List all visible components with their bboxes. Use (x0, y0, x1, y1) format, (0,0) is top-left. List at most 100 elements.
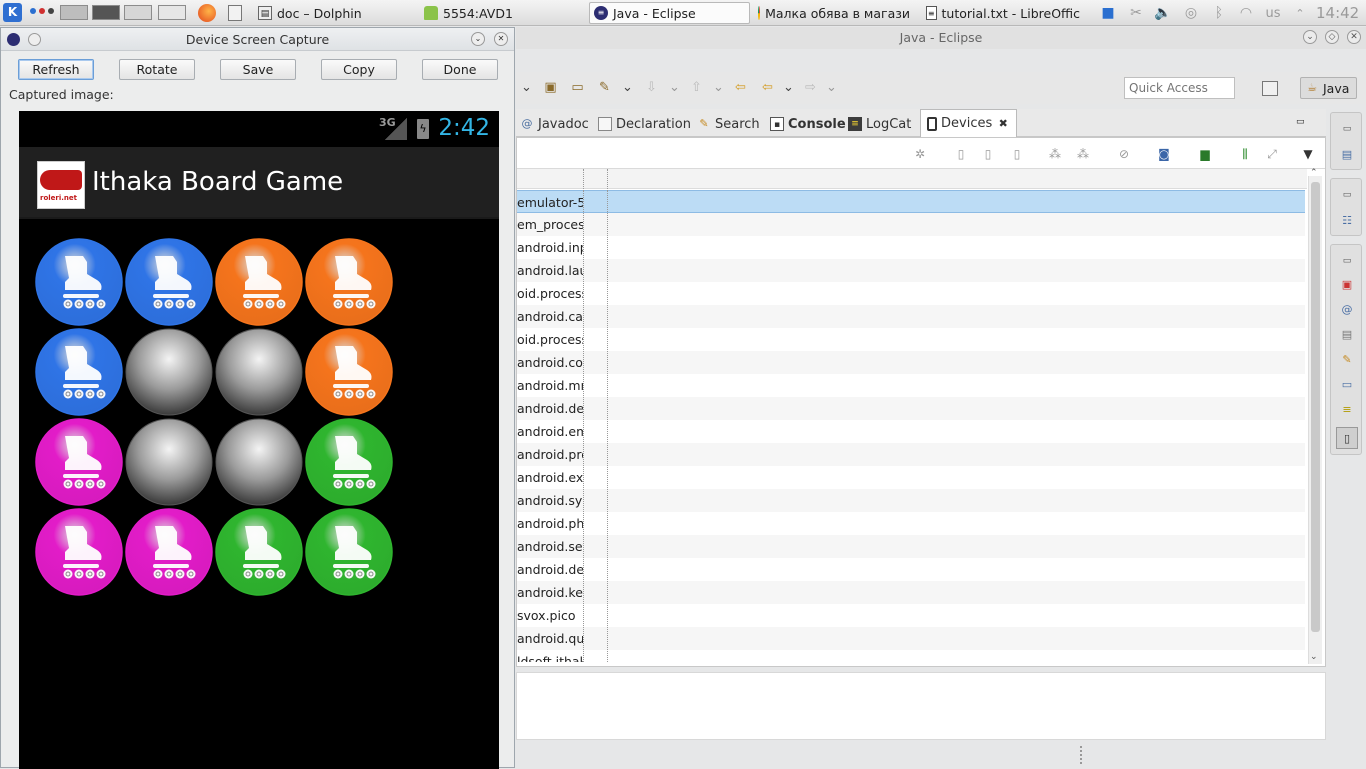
dump-hprof-icon[interactable]: ▯ (980, 146, 996, 162)
table-row[interactable]: android.pro (517, 443, 1305, 466)
column-divider[interactable] (583, 169, 584, 189)
table-row[interactable]: android.lau (517, 259, 1305, 282)
table-row[interactable]: android.inp (517, 236, 1305, 259)
update-threads-icon[interactable]: ⁂ (1047, 146, 1063, 162)
devices-icon[interactable]: ▯ (1336, 427, 1358, 449)
volume-icon[interactable]: 🔈 (1153, 3, 1173, 23)
clock[interactable]: 14:42 (1316, 4, 1359, 22)
javadoc-icon[interactable]: @ (1339, 302, 1355, 318)
table-row[interactable]: android.mn (517, 374, 1305, 397)
ball-green[interactable] (305, 418, 393, 506)
ball-grey[interactable] (125, 418, 213, 506)
java-perspective-button[interactable]: ☕ Java (1300, 77, 1357, 99)
debug-process-icon[interactable]: ✲ (912, 146, 928, 162)
table-row[interactable]: ldsoft.ithaka (517, 650, 1305, 662)
table-row[interactable]: android.em (517, 420, 1305, 443)
wifi-icon[interactable]: ◠ (1236, 3, 1256, 23)
ball-blue[interactable] (35, 238, 123, 326)
task-avd[interactable]: 5554:AVD1 (424, 2, 584, 24)
dropdown-arrow-icon[interactable]: ⌄ (823, 80, 840, 96)
clipboard-icon[interactable] (228, 5, 242, 21)
tray-expand-icon[interactable]: ⌃ (1290, 3, 1310, 23)
update-heap-icon[interactable]: ▯ (953, 146, 969, 162)
back-icon[interactable]: ⇦ (759, 80, 776, 96)
hierarchy-icon[interactable]: ☷ (1339, 213, 1355, 229)
copy-button[interactable]: Copy (321, 59, 397, 80)
ball-orange[interactable] (305, 328, 393, 416)
table-row[interactable]: emulator-55 (517, 190, 1305, 213)
dropdown-arrow-icon[interactable]: ⌄ (518, 80, 535, 96)
tab-javadoc[interactable]: @ Javadoc (520, 113, 589, 135)
restore-icon[interactable]: ▭ (1339, 253, 1355, 269)
keyboard-layout[interactable]: us (1263, 3, 1283, 23)
dump-view-hierarchy-icon[interactable]: ⫼ (1237, 146, 1253, 162)
rotate-button[interactable]: Rotate (119, 59, 195, 80)
task-dolphin[interactable]: ▤ doc – Dolphin (258, 2, 418, 24)
outline-icon[interactable]: ▤ (1339, 147, 1355, 163)
scrollbar-thumb[interactable] (1311, 182, 1320, 632)
tab-declaration[interactable]: Declaration (598, 113, 691, 135)
table-row[interactable]: android.sys (517, 489, 1305, 512)
ball-pink[interactable] (35, 508, 123, 596)
task-libreoffice[interactable]: ≡ tutorial.txt - LibreOffic (926, 2, 1080, 24)
done-button[interactable]: Done (422, 59, 498, 80)
table-row[interactable]: em_process (517, 213, 1305, 236)
minimize-icon[interactable]: ⌄ (1303, 30, 1317, 44)
restore-icon[interactable]: ▭ (1339, 187, 1355, 203)
table-row[interactable]: oid.process (517, 282, 1305, 305)
save-button[interactable]: Save (220, 59, 296, 80)
search-tool-icon[interactable]: ✎ (596, 80, 613, 96)
desktop-pager-1[interactable] (60, 5, 88, 20)
dropdown-arrow-icon[interactable]: ⌄ (666, 80, 683, 96)
task-eclipse[interactable]: ≡ Java - Eclipse (589, 2, 750, 24)
sash-handle[interactable] (1080, 746, 1083, 764)
tab-logcat[interactable]: ≡ LogCat (848, 113, 911, 135)
ball-pink[interactable] (35, 418, 123, 506)
minimize-view-icon[interactable]: ▭ (1296, 117, 1308, 127)
open-perspective-icon[interactable] (1262, 81, 1278, 96)
updater-icon[interactable]: ■ (1098, 3, 1118, 23)
restore-icon[interactable]: ▭ (1339, 121, 1355, 137)
quick-access-input[interactable] (1124, 77, 1235, 99)
close-icon[interactable]: ✕ (494, 32, 508, 46)
ball-green[interactable] (215, 508, 303, 596)
activities-icon[interactable] (30, 8, 56, 18)
maximize-icon[interactable]: ◇ (1325, 30, 1339, 44)
scroll-up-icon[interactable]: ⌃ (1310, 168, 1318, 178)
ball-pink[interactable] (125, 508, 213, 596)
network-icon[interactable]: ◎ (1181, 3, 1201, 23)
view-menu-icon[interactable]: ▼ (1300, 146, 1316, 162)
desktop-pager-4[interactable] (158, 5, 186, 20)
table-row[interactable]: oid.process (517, 328, 1305, 351)
sticky-icon[interactable] (28, 33, 41, 46)
problems-icon[interactable]: ▣ (1339, 277, 1355, 293)
ball-green[interactable] (305, 508, 393, 596)
forward-icon[interactable]: ⇨ (802, 80, 819, 96)
stop-process-icon[interactable]: ⊘ (1116, 146, 1132, 162)
cause-gc-icon[interactable]: ▯ (1009, 146, 1025, 162)
app-logo[interactable]: roleri.net (37, 161, 85, 209)
close-tab-icon[interactable]: ✖ (996, 117, 1010, 131)
table-row[interactable]: android.key (517, 581, 1305, 604)
table-row[interactable]: android.cal (517, 305, 1305, 328)
table-row[interactable]: android.de (517, 558, 1305, 581)
open-type-icon[interactable]: ▣ (542, 80, 559, 96)
opengl-trace-icon[interactable]: ⤢ (1264, 146, 1280, 162)
bluetooth-icon[interactable]: ᛒ (1209, 3, 1229, 23)
open-folder-icon[interactable]: ▭ (569, 80, 586, 96)
tab-console[interactable]: ▪ Console (770, 113, 846, 135)
dropdown-arrow-icon[interactable]: ⌄ (619, 80, 636, 96)
ball-orange[interactable] (305, 238, 393, 326)
ball-grey[interactable] (215, 328, 303, 416)
ball-orange[interactable] (215, 238, 303, 326)
table-row[interactable]: android.set (517, 535, 1305, 558)
ball-blue[interactable] (125, 238, 213, 326)
dropdown-arrow-icon[interactable]: ⌄ (710, 80, 727, 96)
firefox-icon[interactable] (198, 4, 216, 22)
start-method-profiling-icon[interactable]: ⁂ (1075, 146, 1091, 162)
minimize-icon[interactable]: ⌄ (471, 32, 485, 46)
prev-annotation-icon[interactable]: ⇧ (688, 80, 705, 96)
console-icon[interactable]: ▭ (1339, 377, 1355, 393)
table-row[interactable]: android.ph (517, 512, 1305, 535)
declaration-icon[interactable]: ▤ (1339, 327, 1355, 343)
